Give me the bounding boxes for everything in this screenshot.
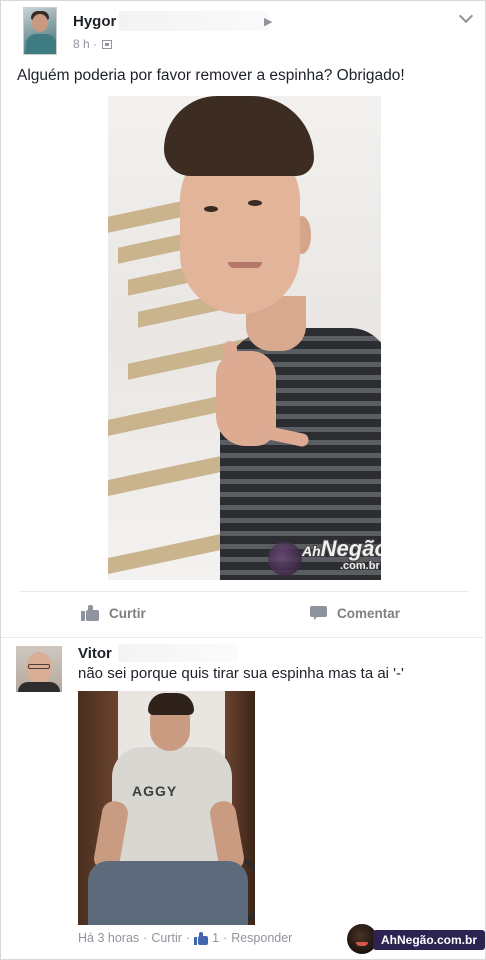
globe-icon[interactable] <box>102 40 113 49</box>
meta-separator: · <box>223 931 228 945</box>
post-header: Hygor ▶ 8 h · <box>23 7 473 59</box>
redacted-name <box>119 11 269 31</box>
meta-separator: · <box>93 37 98 51</box>
reply-link[interactable]: Responder <box>231 931 292 945</box>
jeans <box>88 861 248 925</box>
facebook-post-frame: Hygor ▶ 8 h · Alguém poderia por favor r… <box>0 0 486 960</box>
post-text: Alguém poderia por favor remover a espin… <box>17 67 405 84</box>
watermark-text: AhNegão! <box>302 536 381 561</box>
brand-badge: AhNegão.com.br <box>347 924 486 954</box>
comment-like-link[interactable]: Curtir <box>151 931 182 945</box>
post-time[interactable]: 8 h <box>73 37 90 51</box>
comment-meta: Há 3 horas · Curtir · 1 · Responder <box>78 931 292 945</box>
mouth <box>228 262 262 268</box>
site-watermark: AhNegão! .com.br <box>268 536 381 578</box>
comment-photo[interactable]: AGGY <box>78 691 255 925</box>
like-label: Curtir <box>109 605 146 621</box>
divider <box>19 591 469 592</box>
poster-avatar[interactable] <box>23 7 57 55</box>
chevron-down-icon[interactable] <box>459 11 473 25</box>
comment-time[interactable]: Há 3 horas <box>78 931 139 945</box>
comment-icon <box>310 605 327 621</box>
like-icon <box>81 605 99 621</box>
eye <box>204 206 218 212</box>
hair <box>148 693 194 715</box>
avatar-glasses <box>28 664 50 669</box>
watermark-mascot-icon <box>268 542 302 576</box>
avatar-shirt <box>18 682 60 692</box>
commenter-name[interactable]: Vitor <box>78 645 112 662</box>
like-count[interactable]: 1 <box>212 931 219 945</box>
avatar-body <box>26 34 56 54</box>
redacted-name <box>118 644 238 662</box>
watermark-domain: .com.br <box>340 560 380 572</box>
like-button[interactable]: Curtir <box>81 605 146 621</box>
shirt-print: AGGY <box>132 783 178 799</box>
eye <box>248 200 262 206</box>
meta-separator: · <box>185 931 191 945</box>
post-photo[interactable]: AhNegão! .com.br <box>108 96 381 580</box>
divider <box>1 637 486 638</box>
comment-label: Comentar <box>337 605 401 621</box>
comment-text: não sei porque quis tirar sua espinha ma… <box>78 665 404 682</box>
mini-like-icon <box>194 931 209 945</box>
brand-badge-text: AhNegão.com.br <box>373 930 486 950</box>
post-meta: 8 h · <box>73 37 113 51</box>
comment-button[interactable]: Comentar <box>310 605 400 621</box>
meta-separator: · <box>143 931 148 945</box>
arrow-right-icon: ▶ <box>264 16 273 28</box>
avatar-head <box>32 14 48 32</box>
poster-name[interactable]: Hygor <box>73 13 116 30</box>
commenter-avatar[interactable] <box>16 646 62 692</box>
